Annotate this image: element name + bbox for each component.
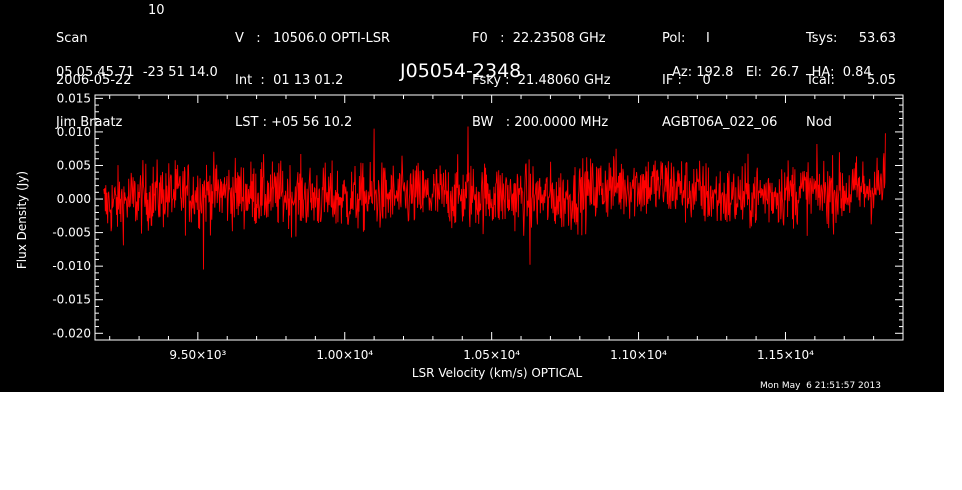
- y-tick-label: -0.015: [52, 293, 91, 307]
- x-tick-label: 1.10×10⁴: [610, 348, 667, 362]
- timestamp: Mon May 6 21:51:57 2013: [760, 381, 881, 391]
- y-tick-label: -0.010: [52, 259, 91, 273]
- x-tick-label: 1.00×10⁴: [316, 348, 373, 362]
- y-tick-label: 0.015: [57, 91, 91, 105]
- x-tick-label: 1.15×10⁴: [757, 348, 814, 362]
- spectrum-chart: 9.50×10³ 1.00×10⁴ 1.05×10⁴ 1.10×10⁴ 1.15×10⁴…: [15, 91, 904, 380]
- x-tick-label: 9.50×10³: [169, 348, 226, 362]
- spectrum-line: [103, 126, 886, 270]
- y-tick-label: 0.005: [57, 158, 91, 172]
- y-tick-label: -0.020: [52, 326, 91, 340]
- y-tick-label: 0.010: [57, 125, 91, 139]
- spectrum-series: [103, 126, 886, 270]
- plot-panel: Scan 2006-05-22 Jim Braatz 10 V : 10506.…: [0, 0, 944, 392]
- y-tick-label: -0.005: [52, 226, 91, 240]
- x-tick-label: 1.05×10⁴: [463, 348, 520, 362]
- y-tick-label: 0.000: [57, 192, 91, 206]
- y-axis-label: Flux Density (Jy): [15, 171, 29, 269]
- x-axis: 9.50×10³ 1.00×10⁴ 1.05×10⁴ 1.10×10⁴ 1.15×10⁴: [109, 95, 875, 362]
- y-axis: 0.015 0.010 0.005 0.000 -0.005 -0.010 -0.015 -0…: [52, 91, 903, 340]
- x-axis-label: LSR Velocity (km/s) OPTICAL: [412, 366, 583, 380]
